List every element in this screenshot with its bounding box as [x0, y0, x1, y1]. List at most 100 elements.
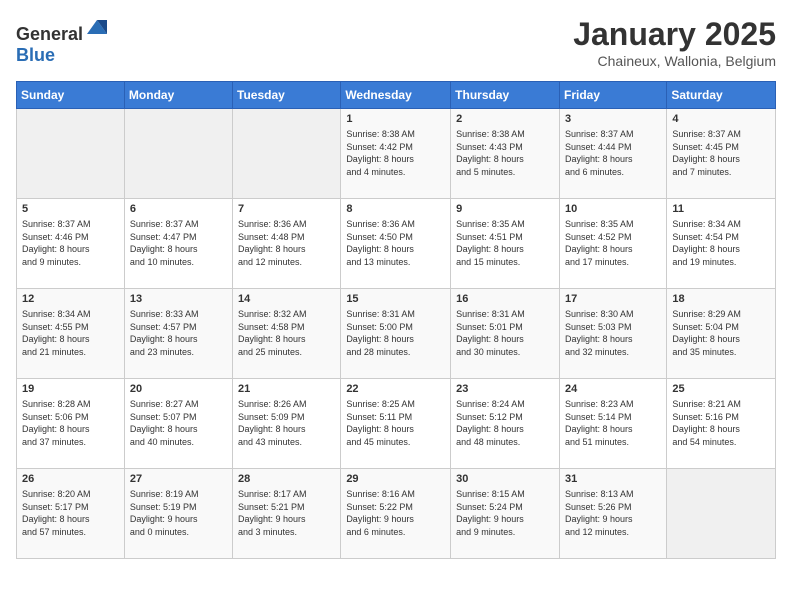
calendar-cell	[124, 109, 232, 199]
day-number: 2	[456, 113, 554, 125]
calendar-cell: 31 Sunrise: 8:13 AM Sunset: 5:26 PM Dayli…	[559, 469, 666, 559]
calendar-cell: 10 Sunrise: 8:35 AM Sunset: 4:52 PM Dayli…	[559, 199, 666, 289]
day-info: Sunrise: 8:37 AM Sunset: 4:47 PM Dayligh…	[130, 218, 227, 268]
calendar-table: SundayMondayTuesdayWednesdayThursdayFrid…	[16, 81, 776, 559]
day-number: 14	[238, 293, 335, 305]
day-info: Sunrise: 8:17 AM Sunset: 5:21 PM Dayligh…	[238, 488, 335, 538]
calendar-cell: 28 Sunrise: 8:17 AM Sunset: 5:21 PM Dayli…	[233, 469, 341, 559]
calendar-cell: 11 Sunrise: 8:34 AM Sunset: 4:54 PM Dayli…	[667, 199, 776, 289]
day-number: 10	[565, 203, 661, 215]
day-info: Sunrise: 8:37 AM Sunset: 4:45 PM Dayligh…	[672, 128, 770, 178]
calendar-cell	[17, 109, 125, 199]
weekday-header-wednesday: Wednesday	[341, 82, 451, 109]
day-info: Sunrise: 8:13 AM Sunset: 5:26 PM Dayligh…	[565, 488, 661, 538]
calendar-cell: 4 Sunrise: 8:37 AM Sunset: 4:45 PM Daylig…	[667, 109, 776, 199]
day-info: Sunrise: 8:23 AM Sunset: 5:14 PM Dayligh…	[565, 398, 661, 448]
calendar-cell: 22 Sunrise: 8:25 AM Sunset: 5:11 PM Dayli…	[341, 379, 451, 469]
day-info: Sunrise: 8:37 AM Sunset: 4:44 PM Dayligh…	[565, 128, 661, 178]
weekday-header-sunday: Sunday	[17, 82, 125, 109]
day-info: Sunrise: 8:31 AM Sunset: 5:00 PM Dayligh…	[346, 308, 445, 358]
logo-blue: Blue	[16, 45, 55, 65]
calendar-cell: 7 Sunrise: 8:36 AM Sunset: 4:48 PM Daylig…	[233, 199, 341, 289]
weekday-header-monday: Monday	[124, 82, 232, 109]
calendar-cell: 26Sunrise: 8:20 AM Sunset: 5:17 PM Dayli…	[17, 469, 125, 559]
day-info: Sunrise: 8:38 AM Sunset: 4:42 PM Dayligh…	[346, 128, 445, 178]
calendar-week-0: 1 Sunrise: 8:38 AM Sunset: 4:42 PM Daylig…	[17, 109, 776, 199]
calendar-week-4: 26Sunrise: 8:20 AM Sunset: 5:17 PM Dayli…	[17, 469, 776, 559]
day-number: 4	[672, 113, 770, 125]
calendar-cell	[233, 109, 341, 199]
logo-icon	[85, 16, 109, 40]
weekday-header-row: SundayMondayTuesdayWednesdayThursdayFrid…	[17, 82, 776, 109]
calendar-cell: 13 Sunrise: 8:33 AM Sunset: 4:57 PM Dayli…	[124, 289, 232, 379]
day-number: 1	[346, 113, 445, 125]
weekday-header-saturday: Saturday	[667, 82, 776, 109]
day-info: Sunrise: 8:32 AM Sunset: 4:58 PM Dayligh…	[238, 308, 335, 358]
day-number: 7	[238, 203, 335, 215]
day-info: Sunrise: 8:30 AM Sunset: 5:03 PM Dayligh…	[565, 308, 661, 358]
title-block: January 2025 Chaineux, Wallonia, Belgium	[573, 16, 776, 69]
day-number: 27	[130, 473, 227, 485]
calendar-cell: 30Sunrise: 8:15 AM Sunset: 5:24 PM Dayli…	[451, 469, 560, 559]
logo-text: General Blue	[16, 16, 109, 66]
calendar-cell: 16 Sunrise: 8:31 AM Sunset: 5:01 PM Dayli…	[451, 289, 560, 379]
day-number: 3	[565, 113, 661, 125]
calendar-header: SundayMondayTuesdayWednesdayThursdayFrid…	[17, 82, 776, 109]
weekday-header-thursday: Thursday	[451, 82, 560, 109]
day-info: Sunrise: 8:25 AM Sunset: 5:11 PM Dayligh…	[346, 398, 445, 448]
calendar-cell: 18 Sunrise: 8:29 AM Sunset: 5:04 PM Dayli…	[667, 289, 776, 379]
month-title: January 2025	[573, 16, 776, 53]
calendar-cell: 9Sunrise: 8:35 AM Sunset: 4:51 PM Daylig…	[451, 199, 560, 289]
calendar-week-2: 12Sunrise: 8:34 AM Sunset: 4:55 PM Dayli…	[17, 289, 776, 379]
day-number: 5	[22, 203, 119, 215]
day-number: 26	[22, 473, 119, 485]
day-info: Sunrise: 8:33 AM Sunset: 4:57 PM Dayligh…	[130, 308, 227, 358]
day-info: Sunrise: 8:36 AM Sunset: 4:50 PM Dayligh…	[346, 218, 445, 268]
day-info: Sunrise: 8:34 AM Sunset: 4:54 PM Dayligh…	[672, 218, 770, 268]
day-info: Sunrise: 8:36 AM Sunset: 4:48 PM Dayligh…	[238, 218, 335, 268]
day-number: 29	[346, 473, 445, 485]
day-number: 17	[565, 293, 661, 305]
calendar-cell: 29 Sunrise: 8:16 AM Sunset: 5:22 PM Dayli…	[341, 469, 451, 559]
day-number: 24	[565, 383, 661, 395]
calendar-cell: 8 Sunrise: 8:36 AM Sunset: 4:50 PM Daylig…	[341, 199, 451, 289]
weekday-header-tuesday: Tuesday	[233, 82, 341, 109]
day-number: 18	[672, 293, 770, 305]
calendar-cell: 15Sunrise: 8:31 AM Sunset: 5:00 PM Dayli…	[341, 289, 451, 379]
day-number: 31	[565, 473, 661, 485]
day-info: Sunrise: 8:29 AM Sunset: 5:04 PM Dayligh…	[672, 308, 770, 358]
calendar-cell: 24 Sunrise: 8:23 AM Sunset: 5:14 PM Dayli…	[559, 379, 666, 469]
day-info: Sunrise: 8:28 AM Sunset: 5:06 PM Dayligh…	[22, 398, 119, 448]
page-header: General Blue January 2025 Chaineux, Wall…	[16, 16, 776, 69]
day-info: Sunrise: 8:31 AM Sunset: 5:01 PM Dayligh…	[456, 308, 554, 358]
day-info: Sunrise: 8:34 AM Sunset: 4:55 PM Dayligh…	[22, 308, 119, 358]
calendar-cell: 3 Sunrise: 8:37 AM Sunset: 4:44 PM Daylig…	[559, 109, 666, 199]
day-number: 8	[346, 203, 445, 215]
calendar-cell: 2Sunrise: 8:38 AM Sunset: 4:43 PM Daylig…	[451, 109, 560, 199]
calendar-cell: 27 Sunrise: 8:19 AM Sunset: 5:19 PM Dayli…	[124, 469, 232, 559]
calendar-cell: 23Sunrise: 8:24 AM Sunset: 5:12 PM Dayli…	[451, 379, 560, 469]
calendar-cell: 5 Sunrise: 8:37 AM Sunset: 4:46 PM Daylig…	[17, 199, 125, 289]
day-info: Sunrise: 8:21 AM Sunset: 5:16 PM Dayligh…	[672, 398, 770, 448]
day-number: 22	[346, 383, 445, 395]
calendar-week-3: 19Sunrise: 8:28 AM Sunset: 5:06 PM Dayli…	[17, 379, 776, 469]
logo: General Blue	[16, 16, 109, 66]
day-number: 13	[130, 293, 227, 305]
day-info: Sunrise: 8:37 AM Sunset: 4:46 PM Dayligh…	[22, 218, 119, 268]
day-number: 21	[238, 383, 335, 395]
calendar-cell: 20Sunrise: 8:27 AM Sunset: 5:07 PM Dayli…	[124, 379, 232, 469]
day-number: 16	[456, 293, 554, 305]
calendar-cell: 19Sunrise: 8:28 AM Sunset: 5:06 PM Dayli…	[17, 379, 125, 469]
calendar-week-1: 5 Sunrise: 8:37 AM Sunset: 4:46 PM Daylig…	[17, 199, 776, 289]
calendar-cell: 14 Sunrise: 8:32 AM Sunset: 4:58 PM Dayli…	[233, 289, 341, 379]
day-info: Sunrise: 8:26 AM Sunset: 5:09 PM Dayligh…	[238, 398, 335, 448]
day-info: Sunrise: 8:19 AM Sunset: 5:19 PM Dayligh…	[130, 488, 227, 538]
day-info: Sunrise: 8:16 AM Sunset: 5:22 PM Dayligh…	[346, 488, 445, 538]
day-number: 28	[238, 473, 335, 485]
calendar-cell: 25 Sunrise: 8:21 AM Sunset: 5:16 PM Dayli…	[667, 379, 776, 469]
calendar-cell	[667, 469, 776, 559]
calendar-cell: 21 Sunrise: 8:26 AM Sunset: 5:09 PM Dayli…	[233, 379, 341, 469]
day-info: Sunrise: 8:35 AM Sunset: 4:52 PM Dayligh…	[565, 218, 661, 268]
day-number: 11	[672, 203, 770, 215]
day-number: 25	[672, 383, 770, 395]
